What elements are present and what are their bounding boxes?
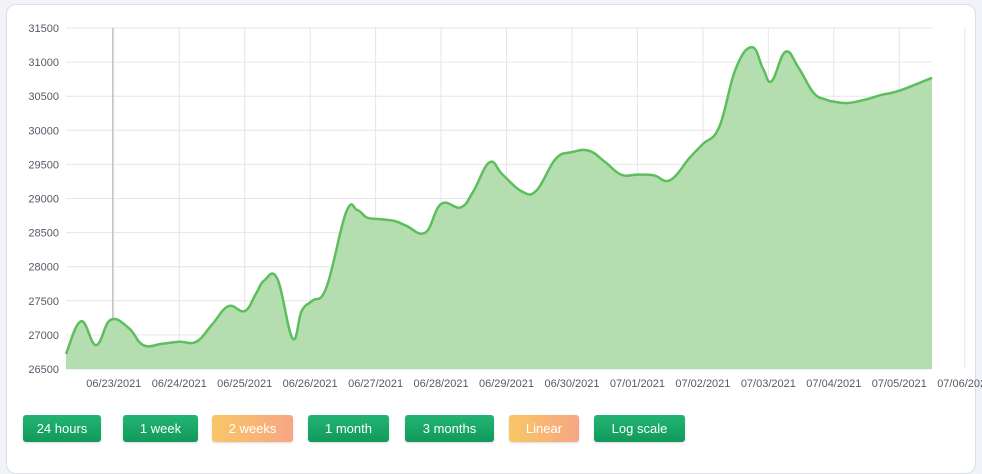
data-point (554, 157, 558, 161)
btn-3-months[interactable]: 3 months (405, 415, 494, 442)
data-point (79, 319, 83, 323)
y-tick-label: 29500 (28, 159, 59, 171)
data-point (652, 173, 656, 177)
data-point (160, 342, 164, 346)
data-point (635, 173, 639, 177)
data-point (846, 101, 850, 105)
y-tick-label: 27000 (28, 330, 59, 342)
data-point (770, 79, 774, 83)
series-area-fill (66, 47, 932, 369)
data-point (300, 309, 304, 313)
y-tick-label: 27500 (28, 296, 59, 308)
x-tick-label: 06/23/2021 (86, 378, 141, 390)
data-point (459, 205, 463, 209)
y-tick-label: 30500 (28, 91, 59, 103)
y-tick-label: 31000 (28, 57, 59, 69)
x-tick-label: 06/27/2021 (348, 378, 403, 390)
data-point (254, 292, 258, 296)
data-point (310, 299, 314, 303)
y-tick-label: 28500 (28, 228, 59, 240)
y-tick-label: 31500 (28, 23, 59, 35)
x-tick-label: 07/01/2021 (610, 378, 665, 390)
x-tick-label: 07/02/2021 (675, 378, 730, 390)
price-chart: 26500 27000 27500 28000 28500 29000 29500 30000… (28, 23, 982, 390)
btn-1-week[interactable]: 1 week (123, 415, 198, 442)
data-point (439, 202, 443, 206)
btn-log-scale[interactable]: Log scale (594, 415, 685, 442)
x-tick-label: 06/24/2021 (152, 378, 207, 390)
data-point (587, 149, 591, 153)
data-point (210, 323, 214, 327)
data-point (897, 89, 901, 93)
x-tick-label: 07/04/2021 (806, 378, 861, 390)
area-layer (64, 45, 934, 369)
y-tick-label: 29000 (28, 194, 59, 206)
btn-2-weeks[interactable]: 2 weeks (212, 415, 293, 442)
data-point (812, 91, 816, 95)
data-point (471, 190, 475, 194)
data-point (393, 219, 397, 223)
data-point (275, 277, 279, 281)
x-tick-label: 07/06/2021 (937, 378, 982, 390)
data-point (376, 217, 380, 221)
data-point (325, 285, 329, 289)
data-point (64, 352, 68, 356)
data-point (194, 340, 198, 344)
y-tick-label: 30000 (28, 125, 59, 137)
y-tick-label: 28000 (28, 262, 59, 274)
data-point (243, 309, 247, 313)
data-point (488, 160, 492, 164)
data-point (668, 178, 672, 182)
data-point (423, 231, 427, 235)
data-point (177, 340, 181, 344)
x-tick-label: 06/25/2021 (217, 378, 272, 390)
data-point (535, 188, 539, 192)
y-tick-label: 26500 (28, 364, 59, 376)
x-axis: 06/23/2021 06/24/2021 06/25/2021 06/26/2021… (86, 378, 982, 390)
data-point (344, 210, 348, 214)
data-point (365, 216, 369, 220)
btn-24-hours[interactable]: 24 hours (23, 415, 101, 442)
data-point (688, 156, 692, 160)
x-tick-label: 06/28/2021 (414, 378, 469, 390)
x-tick-label: 06/29/2021 (479, 378, 534, 390)
data-point (824, 98, 828, 102)
data-point (783, 50, 787, 54)
data-point (863, 98, 867, 102)
data-point (930, 76, 934, 80)
data-point (127, 326, 131, 330)
y-axis: 26500 27000 27500 28000 28500 29000 29500 30000… (28, 23, 59, 376)
data-point (141, 343, 145, 347)
x-tick-label: 07/03/2021 (741, 378, 796, 390)
data-point (717, 125, 721, 129)
x-tick-label: 06/30/2021 (544, 378, 599, 390)
data-point (796, 66, 800, 70)
data-point (355, 208, 359, 212)
data-point (603, 160, 607, 164)
data-point (262, 278, 266, 282)
data-point (109, 318, 113, 322)
data-point (832, 100, 836, 104)
x-tick-label: 06/26/2021 (283, 378, 338, 390)
x-tick-label: 07/05/2021 (872, 378, 927, 390)
data-point (761, 67, 765, 71)
data-point (619, 173, 623, 177)
btn-1-month[interactable]: 1 month (308, 415, 389, 442)
data-point (880, 93, 884, 97)
data-point (734, 67, 738, 71)
data-point (570, 150, 574, 154)
data-point (750, 45, 754, 49)
data-point (701, 142, 705, 146)
data-point (94, 343, 98, 347)
data-point (290, 336, 294, 340)
data-point (226, 304, 230, 308)
data-point (404, 224, 408, 228)
data-point (520, 190, 524, 194)
data-point (501, 173, 505, 177)
btn-linear[interactable]: Linear (509, 415, 579, 442)
